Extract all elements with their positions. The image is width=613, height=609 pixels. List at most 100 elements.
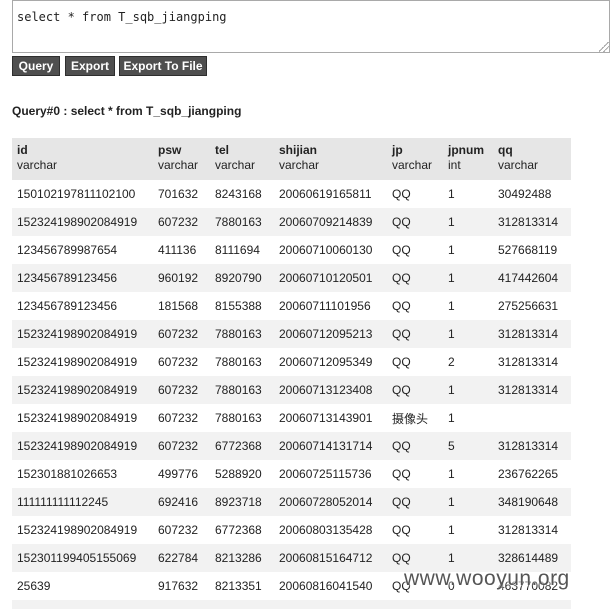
column-type: varchar [17,158,58,172]
cell-tel: 7880163 [210,348,274,376]
cell-id: 123456789123456 [12,292,153,320]
column-type: varchar [279,158,320,172]
cell-tel: 6772368 [210,516,274,544]
cell-shijian: 20060713143901 [274,404,387,432]
cell-qq [493,404,571,432]
cell-qq: 312813314 [493,516,571,544]
table-row: 152301881026653 499776 5288920 200607251157… [12,460,571,488]
column-header-shijian: shijian varchar [274,138,387,180]
cell-psw: 692416 [153,488,210,516]
cell-qq: 312813314 [493,208,571,236]
cell-tel: 7880163 [210,320,274,348]
table-row-partial [12,600,571,609]
cell-id: 111111111112245 [12,488,153,516]
table-row: 152324198902084919 607232 7880163 200607092… [12,208,571,236]
cell-qq: 275256631 [493,292,571,320]
cell-jpnum: 1 [443,460,493,488]
cell-id: 152324198902084919 [12,348,153,376]
cell-id: 152324198902084919 [12,320,153,348]
cell-jpnum: 1 [443,320,493,348]
sql-query-input[interactable] [12,0,610,53]
cell-tel: 5288920 [210,460,274,488]
cell-jp: QQ [387,516,443,544]
table-row: 123456789987654 411136 8111694 200607100601… [12,236,571,264]
cell-psw: 917632 [153,572,210,600]
column-name: shijian [279,143,318,157]
cell-qq: 417442604 [493,264,571,292]
cell-jp: QQ [387,432,443,460]
query-button[interactable]: Query [12,56,60,76]
cell-tel: 7880163 [210,376,274,404]
column-name: qq [498,143,513,157]
cell-jp: QQ [387,348,443,376]
cell-id: 150102197811102100 [12,180,153,208]
table-row: 123456789123456 181568 8155388 200607111019… [12,292,571,320]
cell-shijian: 20060816041540 [274,572,387,600]
cell-jp: QQ [387,320,443,348]
cell-jpnum: 1 [443,516,493,544]
cell-jp: QQ [387,264,443,292]
column-header-jpnum: jpnum int [443,138,493,180]
cell-jp: QQ [387,376,443,404]
column-name: psw [158,143,182,157]
cell-shijian: 20060713123408 [274,376,387,404]
cell-jpnum: 5 [443,432,493,460]
column-header-jp: jp varchar [387,138,443,180]
cell-id: 152301199405155069 [12,544,153,572]
cell-psw: 960192 [153,264,210,292]
cell-jpnum: 1 [443,376,493,404]
cell-qq: 312813314 [493,320,571,348]
cell-psw: 607232 [153,404,210,432]
cell-qq: 312813314 [493,432,571,460]
cell-jp: QQ [387,488,443,516]
cell-jpnum: 1 [443,404,493,432]
cell-psw: 622784 [153,544,210,572]
export-button[interactable]: Export [65,56,115,76]
export-to-file-button[interactable]: Export To File [119,56,207,76]
cell-jp: QQ [387,460,443,488]
cell-tel: 8213351 [210,572,274,600]
column-header-id: id varchar [12,138,153,180]
textarea-resize-handle[interactable] [599,42,609,52]
cell-shijian: 20060710060130 [274,236,387,264]
cell-psw: 607232 [153,320,210,348]
table-row: 152324198902084919 607232 7880163 200607131… [12,376,571,404]
query-result-title: Query#0 : select * from T_sqb_jiangping [12,104,242,118]
cell-jpnum: 1 [443,488,493,516]
column-name: id [17,143,28,157]
cell-shijian: 20060711101956 [274,292,387,320]
cell-qq: 348190648 [493,488,571,516]
cell-tel: 8243168 [210,180,274,208]
results-table: id varchar psw varchar tel varchar shijian varc… [12,138,571,600]
column-name: tel [215,143,230,157]
cell-qq: 30492488 [493,180,571,208]
table-row: 152324198902084919 607232 7880163 200607120… [12,348,571,376]
column-type: varchar [158,158,199,172]
column-name: jp [392,143,403,157]
cell-id: 152324198902084919 [12,404,153,432]
cell-jp: QQ [387,292,443,320]
table-row: 152324198902084919 607232 7880163 200607131… [12,404,571,432]
cell-qq: 312813314 [493,376,571,404]
cell-tel: 7880163 [210,404,274,432]
cell-shijian: 20060712095349 [274,348,387,376]
cell-shijian: 20060619165811 [274,180,387,208]
cell-qq: 312813314 [493,348,571,376]
cell-shijian: 20060712095213 [274,320,387,348]
cell-psw: 607232 [153,516,210,544]
cell-psw: 411136 [153,236,210,264]
table-body: 150102197811102100 701632 8243168 200606191… [12,180,571,600]
cell-id: 123456789987654 [12,236,153,264]
cell-tel: 8920790 [210,264,274,292]
cell-id: 25639 [12,572,153,600]
cell-shijian: 20060815164712 [274,544,387,572]
cell-id: 152301881026653 [12,460,153,488]
cell-jpnum: 1 [443,264,493,292]
cell-jpnum: 1 [443,180,493,208]
column-type: int [448,158,461,172]
cell-jp: 摄像头 [387,404,443,432]
watermark-text: www.wooyun.org [404,567,570,590]
table-row: 152324198902084919 607232 7880163 200607120… [12,320,571,348]
table-header-row: id varchar psw varchar tel varchar shijian varc… [12,138,571,180]
table-row: 123456789123456 960192 8920790 200607101205… [12,264,571,292]
